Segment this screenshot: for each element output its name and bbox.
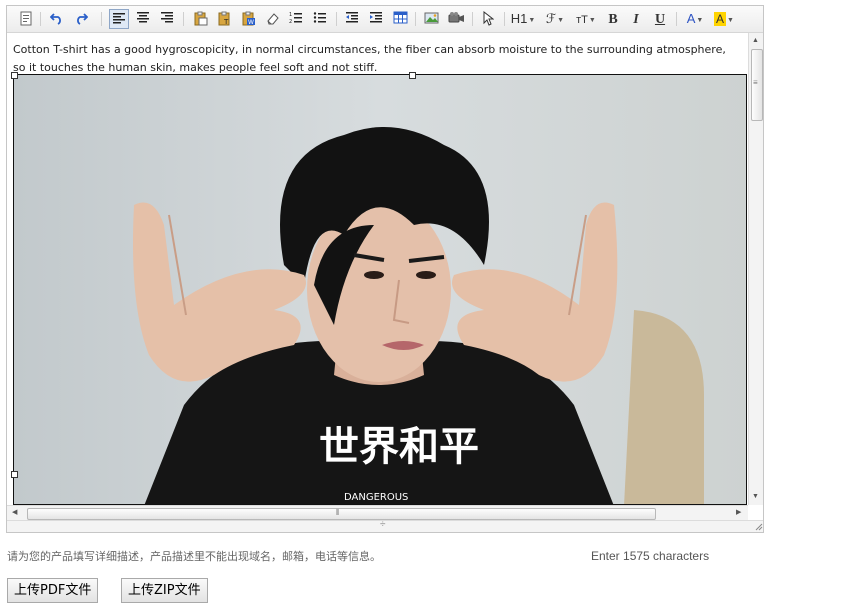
video-camera-icon [446,11,466,25]
clear-format-button[interactable] [262,9,282,29]
shirt-print-text: 世界和平 [319,424,479,470]
rich-text-editor: T W 12 H1▼ ℱ▼ тT▼ B I U A▼ A ▼ Cotton T-… [6,5,764,533]
cursor-icon [478,11,498,26]
grip-icon: ≡ [753,78,758,87]
resize-handle[interactable] [11,72,18,79]
editor-toolbar: T W 12 H1▼ ℱ▼ тT▼ B I U A▼ A ▼ [7,6,763,33]
redo-button[interactable] [71,9,91,29]
align-center-icon [133,11,153,23]
clipboard-icon [190,11,210,26]
svg-text:W: W [248,19,254,26]
align-center-button[interactable] [133,9,153,29]
vertical-scroll-thumb[interactable]: ≡ [751,49,763,121]
font-size-dropdown[interactable]: тT▼ [573,9,599,29]
description-hint: 请为您的产品填写详细描述，产品描述里不能出现域名，邮箱，电话等信息。 [7,550,381,563]
horizontal-scrollbar[interactable]: ◀ ⦀ ▶ [7,505,748,520]
source-code-button[interactable] [16,9,36,29]
heading-dropdown[interactable]: H1▼ [510,9,536,29]
grip-icon: ⦀ [336,508,339,517]
undo-icon [47,11,67,25]
highlight-color-dropdown[interactable]: A ▼ [712,9,736,29]
underline-button[interactable]: U [650,9,670,29]
table-button[interactable] [390,9,410,29]
chevron-down-icon: ▼ [727,17,734,24]
upload-zip-button[interactable]: 上传ZIP文件 [121,578,208,603]
resize-handle[interactable] [11,471,18,478]
photo-illustration: 世界和平 DANGEROUS [14,75,746,504]
scroll-down-icon[interactable]: ▼ [752,492,759,502]
editor-resize-bar[interactable]: ÷ [7,519,763,532]
scroll-up-icon[interactable]: ▲ [752,36,759,46]
italic-button[interactable]: I [626,9,646,29]
product-image[interactable]: 世界和平 DANGEROUS [13,74,747,505]
align-left-icon [110,12,128,24]
scroll-right-icon[interactable]: ▶ [736,508,741,518]
svg-text:T: T [223,18,229,26]
font-color-dropdown[interactable]: A▼ [683,9,707,29]
align-right-icon [157,11,177,23]
paste-button[interactable] [190,9,210,29]
corner-resize-icon[interactable] [755,523,763,531]
upload-pdf-button[interactable]: 上传PDF文件 [7,578,99,603]
indent-button[interactable] [366,9,386,29]
chevron-down-icon: ▼ [588,17,596,24]
bold-button[interactable]: B [603,9,623,29]
table-icon [390,11,410,24]
paste-text-button[interactable]: T [214,9,234,29]
vertical-scrollbar[interactable]: ▲ ≡ ▼ [748,33,763,505]
bullet-list-icon [310,11,330,24]
character-count: Enter 1575 characters [591,549,710,563]
undo-button[interactable] [47,9,67,29]
product-description-text[interactable]: Cotton T-shirt has a good hygroscopicity… [13,41,741,77]
eraser-icon [262,11,282,26]
paste-word-button[interactable]: W [238,9,258,29]
image-icon [422,11,442,25]
indent-icon [366,11,386,23]
redo-icon [71,11,91,25]
resize-handle[interactable] [409,72,416,79]
svg-text:1: 1 [289,12,292,18]
select-all-button[interactable] [478,9,498,29]
horizontal-scroll-thumb[interactable]: ⦀ [27,508,656,520]
svg-text:2: 2 [289,19,292,24]
ordered-list-button[interactable]: 12 [286,9,306,29]
font-family-dropdown[interactable]: ℱ▼ [543,9,567,29]
ordered-list-icon: 12 [286,11,306,24]
scroll-left-icon[interactable]: ◀ [12,508,17,518]
insert-image-button[interactable] [422,9,442,29]
chevron-down-icon: ▼ [696,17,704,24]
outdent-button[interactable] [342,9,362,29]
editor-content[interactable]: Cotton T-shirt has a good hygroscopicity… [7,33,747,505]
shirt-print-subtext: DANGEROUS [344,492,408,503]
document-icon [16,11,36,26]
chevron-down-icon: ▼ [557,17,565,24]
align-right-button[interactable] [157,9,177,29]
unordered-list-button[interactable] [310,9,330,29]
insert-media-button[interactable] [446,9,466,29]
outdent-icon [342,11,362,23]
align-left-button[interactable] [109,9,129,29]
paste-word-icon: W [238,11,258,26]
paste-text-icon: T [214,11,234,26]
chevron-down-icon: ▼ [528,17,536,24]
resize-grip-icon: ÷ [380,519,386,530]
